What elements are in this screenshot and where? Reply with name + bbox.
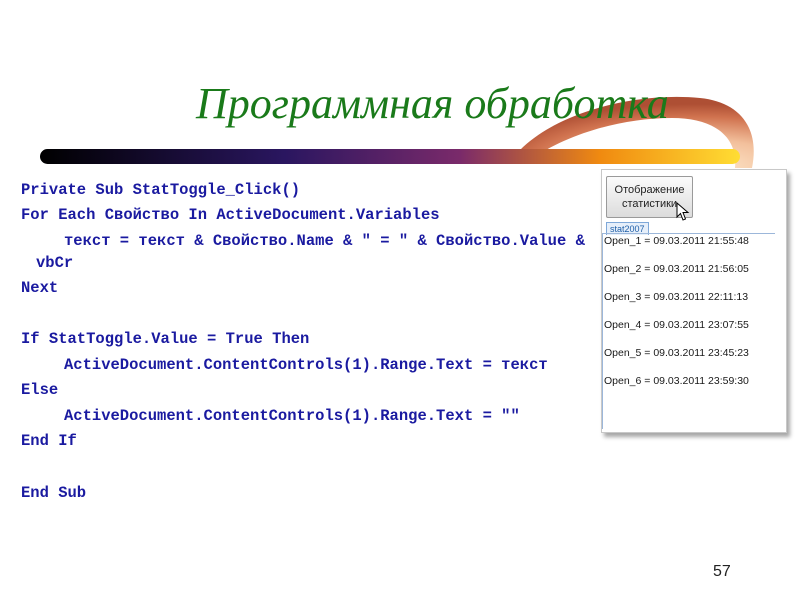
code-line-2: For Each Свойство In ActiveDocument.Vari… — [21, 206, 440, 224]
stat-line-4: Open_4 = 09.03.2011 23:07:55 — [604, 319, 749, 331]
code-line-3: текст = текст & Свойство.Name & " = " & … — [64, 232, 585, 250]
code-line-1: Private Sub StatToggle_Click() — [21, 181, 301, 199]
slide-title: Программная обработка — [196, 79, 669, 128]
mouse-cursor-icon — [676, 202, 690, 221]
code-line-4: Next — [21, 279, 59, 297]
stat-line-2: Open_2 = 09.03.2011 21:56:05 — [604, 263, 749, 275]
code-line-9: End If — [21, 432, 77, 450]
code-line-6: ActiveDocument.ContentControls(1).Range.… — [64, 356, 548, 374]
stat-line-5: Open_5 = 09.03.2011 23:45:23 — [604, 347, 749, 359]
stat-line-6: Open_6 = 09.03.2011 23:59:30 — [604, 375, 749, 387]
code-line-7: Else — [21, 381, 59, 399]
page-number: 57 — [713, 563, 731, 580]
code-line-3-wrap: vbCr — [36, 254, 74, 272]
document-screenshot: Отображение статистики stat2007 Open_1 =… — [601, 169, 787, 433]
stat-line-3: Open_3 = 09.03.2011 22:11:13 — [604, 291, 749, 303]
stat-line-1: Open_1 = 09.03.2011 21:55:48 — [604, 235, 749, 247]
code-line-5: If StatToggle.Value = True Then — [21, 330, 310, 348]
stat-toggle-label-1: Отображение — [614, 184, 685, 196]
code-line-10: End Sub — [21, 484, 87, 502]
code-line-8: ActiveDocument.ContentControls(1).Range.… — [64, 407, 520, 425]
